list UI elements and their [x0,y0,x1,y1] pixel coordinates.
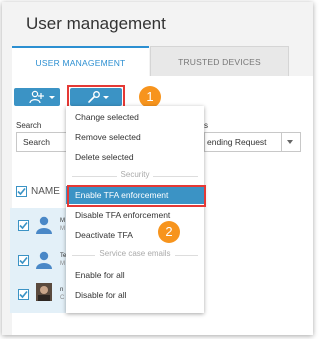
tab-trusted-devices[interactable]: TRUSTED DEVICES [150,46,289,76]
row-checkbox[interactable] [18,289,29,300]
status-select-value: ending Request [207,137,267,147]
step-badge-2: 2 [158,221,180,243]
status-label: s [204,121,208,130]
menu-section-security: Security [72,170,198,182]
status-select[interactable]: ending Request [204,132,301,152]
select-all-checkbox[interactable] [16,186,27,197]
highlight-box-enable-tfa [67,185,206,207]
menu-item-delete-selected[interactable]: Delete selected [66,148,204,166]
menu-item-change-selected[interactable]: Change selected [66,108,204,126]
table-row[interactable]: n C [10,277,70,313]
menu-item-disable-for-all[interactable]: Disable for all [66,286,204,304]
page-title: User management [26,14,166,33]
tools-dropdown-menu: Change selected Remove selected Delete s… [66,106,204,313]
menu-section-label: Security [116,170,154,179]
menu-section-label: Service case emails [95,249,175,258]
menu-section-emails: Service case emails [72,249,198,261]
user-avatar-icon [36,216,52,234]
chevron-down-icon [49,96,55,99]
step-badge-1: 1 [139,86,161,108]
user-photo-icon [36,283,52,301]
menu-item-remove-selected[interactable]: Remove selected [66,128,204,146]
row-subtext: M [60,261,65,267]
user-avatar-icon [36,251,52,269]
add-user-button[interactable] [14,88,60,106]
menu-item-disable-tfa[interactable]: Disable TFA enforcement [66,206,204,224]
add-user-icon [29,90,44,104]
menu-item-deactivate-tfa[interactable]: Deactivate TFA [66,226,204,244]
row-name: M [60,218,65,224]
tab-bar: USER MANAGEMENT TRUSTED DEVICES [12,46,289,76]
row-name: n [60,287,64,293]
table-row[interactable]: Te M [10,243,70,279]
status-select-toggle[interactable] [281,133,300,151]
column-header-name[interactable]: NAME [31,186,60,197]
search-label: Search [16,121,42,130]
tab-user-management[interactable]: USER MANAGEMENT [12,46,149,76]
row-subtext: C [60,295,65,301]
search-input[interactable]: Search [16,132,68,152]
chevron-down-icon [287,140,293,144]
table-row[interactable]: M M [10,208,70,244]
row-checkbox[interactable] [18,255,29,266]
row-subtext: M [60,226,65,232]
row-checkbox[interactable] [18,220,29,231]
menu-item-enable-for-all[interactable]: Enable for all [66,266,204,284]
